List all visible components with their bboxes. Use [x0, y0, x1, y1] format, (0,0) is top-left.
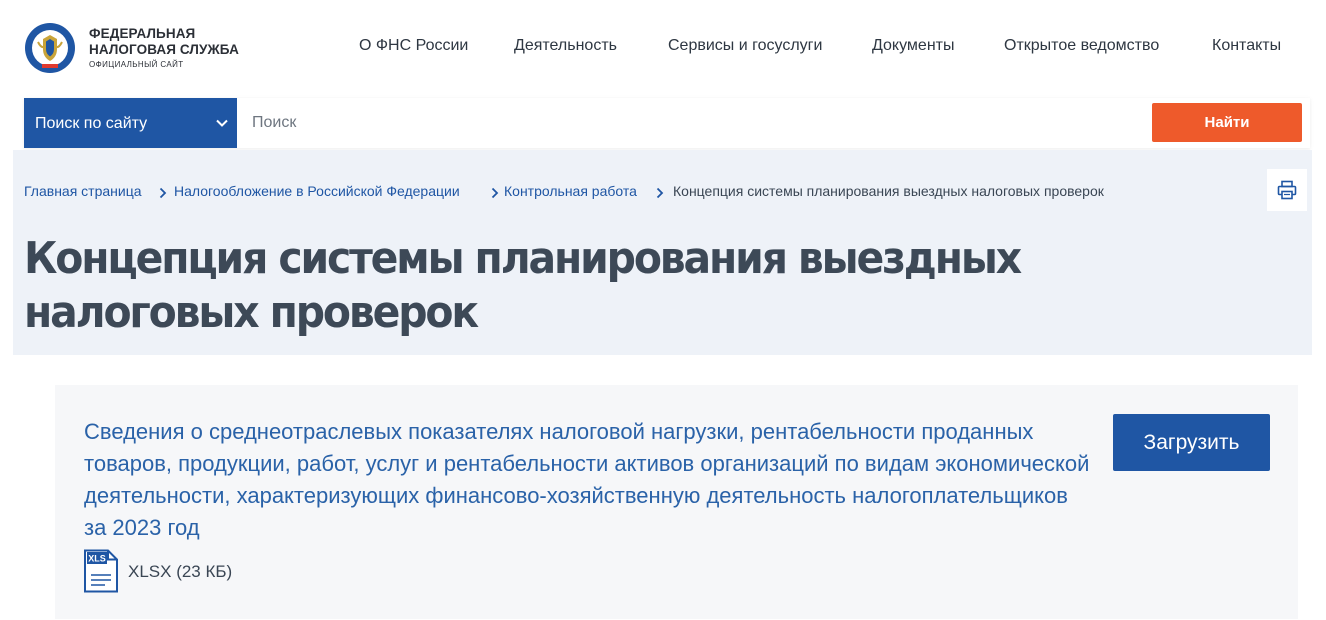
- breadcrumb-current: Концепция системы планирования выездных …: [673, 183, 1104, 199]
- nav-item-contacts[interactable]: Контакты: [1212, 36, 1281, 56]
- file-info: XLSX (23 КБ): [128, 562, 233, 581]
- search-input[interactable]: [252, 111, 1132, 135]
- search-scope-select[interactable]: Поиск по сайту: [24, 98, 237, 148]
- nav-item-documents[interactable]: Документы: [872, 36, 954, 56]
- site-header: ФЕДЕРАЛЬНАЯ НАЛОГОВАЯ СЛУЖБА ОФИЦИАЛЬНЫЙ…: [0, 0, 1326, 95]
- xls-file-icon[interactable]: XLS: [83, 549, 119, 593]
- print-icon: [1277, 180, 1297, 200]
- chevron-right-icon: [490, 185, 500, 199]
- nav-item-open-agency[interactable]: Открытое ведомство: [1004, 36, 1159, 56]
- nav-item-services[interactable]: Сервисы и госуслуги: [668, 36, 822, 56]
- document-title-link[interactable]: Сведения о среднеотраслевых показателях …: [84, 416, 1094, 544]
- print-button[interactable]: [1267, 169, 1307, 211]
- search-bar: Поиск по сайту Найти: [24, 98, 1310, 148]
- chevron-right-icon: [158, 185, 168, 199]
- chevron-down-icon: [215, 116, 229, 130]
- main-nav: О ФНС России Деятельность Сервисы и госу…: [0, 36, 1326, 56]
- download-button[interactable]: Загрузить: [1113, 414, 1270, 471]
- breadcrumb-taxation[interactable]: Налогообложение в Российской Федерации: [174, 182, 460, 200]
- search-scope-label: Поиск по сайту: [35, 115, 148, 132]
- breadcrumb-home[interactable]: Главная страница: [24, 182, 142, 200]
- page-title: Концепция системы планирования выездных …: [24, 233, 1022, 338]
- search-submit-button[interactable]: Найти: [1152, 103, 1302, 142]
- nav-item-activity[interactable]: Деятельность: [514, 36, 617, 56]
- nav-item-about[interactable]: О ФНС России: [359, 36, 468, 56]
- file-icon-label: XLS: [88, 554, 106, 564]
- chevron-right-icon: [655, 185, 665, 199]
- logo-subtitle: ОФИЦИАЛЬНЫЙ САЙТ: [89, 60, 184, 69]
- breadcrumb-control-work[interactable]: Контрольная работа: [504, 182, 637, 200]
